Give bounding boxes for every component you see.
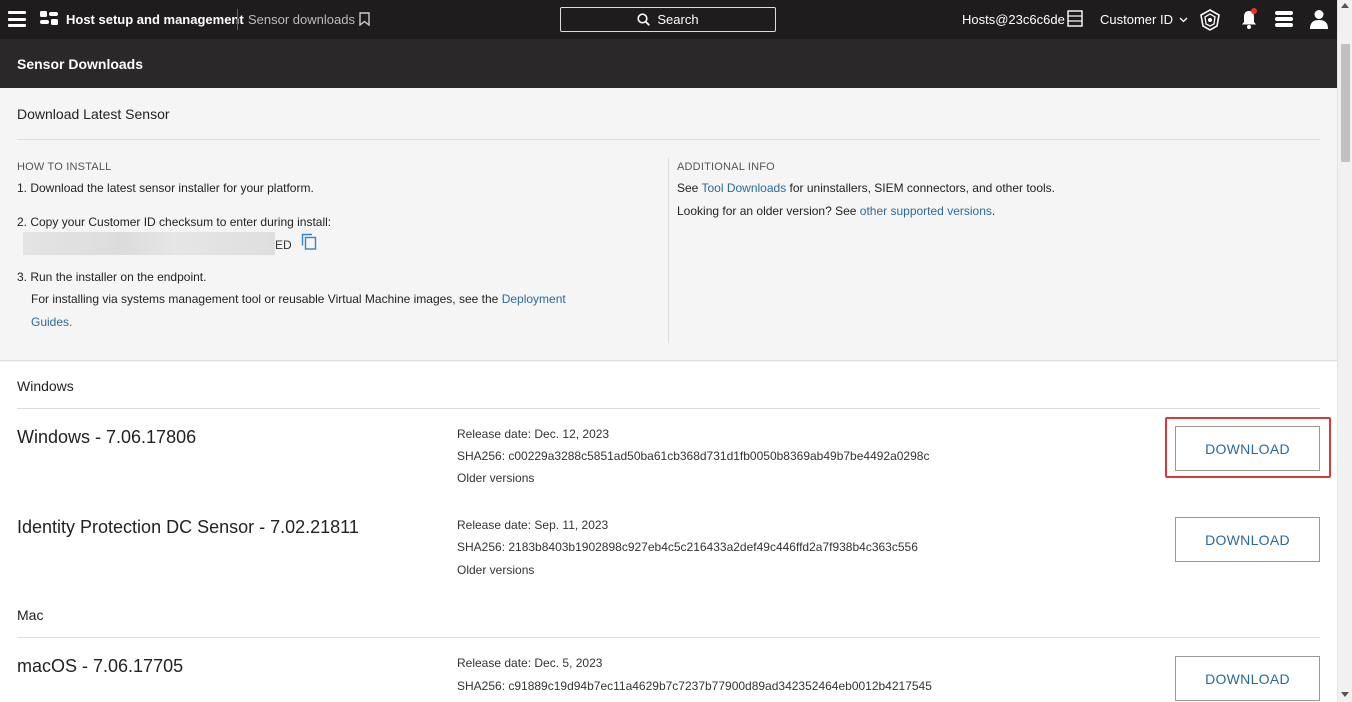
sensor-list: Windows Windows - 7.06.17806 Release dat… [0,362,1337,702]
release-date: Release date: Sep. 11, 2023 [457,518,609,532]
customer-id-checksum [23,232,275,255]
install-step-1: 1. Download the latest sensor installer … [17,181,314,195]
install-step-2: 2. Copy your Customer ID checksum to ent… [17,215,332,229]
sha256-hash: SHA256: c00229a3288c5851ad50ba61cb368d73… [457,449,930,463]
user-avatar-icon[interactable] [1310,9,1328,29]
vertical-scrollbar[interactable] [1337,0,1352,702]
info-text: for uninstallers, SIEM connectors, and o… [789,181,1056,195]
breadcrumb[interactable]: Sensor downloads [248,12,355,27]
column-divider [668,158,669,343]
older-versions-link[interactable]: Older versions [457,471,534,485]
install-step-3: 3. Run the installer on the endpoint. [17,270,207,284]
scroll-down-arrow-icon[interactable] [1341,692,1349,697]
customer-id-label: Customer ID [1100,12,1173,27]
product-name-identity-protection: Identity Protection DC Sensor - 7.02.218… [17,517,359,537]
release-date: Release date: Dec. 12, 2023 [457,427,610,441]
info-text: Looking for an older version? See [677,204,857,218]
top-bar: Host setup and management Sensor downloa… [0,0,1337,39]
older-versions-link[interactable]: Older versions [457,563,534,577]
chevron-down-icon [1179,17,1188,22]
install-step-3-text: For installing via systems management to… [31,292,499,306]
section-windows: Windows [17,378,74,394]
page-title: Sensor Downloads [17,56,144,72]
latest-sensor-panel: Download Latest Sensor HOW TO INSTALL 1.… [0,88,1337,361]
additional-info-line-2: Looking for an older version? See other … [677,203,995,219]
section-mac: Mac [17,607,44,623]
how-to-install-label: HOW TO INSTALL [17,161,112,173]
threat-intel-icon[interactable] [1199,9,1221,31]
tool-downloads-link[interactable]: Tool Downloads [701,181,786,195]
product-name-windows: Windows - 7.06.17806 [17,427,197,447]
bookmark-icon[interactable] [359,12,370,26]
install-step-3-detail: For installing via systems management to… [31,291,566,307]
latest-sensor-title: Download Latest Sensor [17,106,170,122]
customer-id-suffix: ED [275,238,292,252]
scrollbar-thumb[interactable] [1341,44,1350,162]
install-step-3-detail-line2: Guides. [31,314,72,330]
download-button-windows[interactable]: DOWNLOAD [1175,426,1320,471]
hamburger-menu-icon[interactable] [8,11,26,27]
period: . [69,315,73,329]
additional-info-label: ADDITIONAL INFO [677,161,775,173]
search-icon [637,13,651,26]
deployment-guides-link[interactable]: Deployment [502,292,566,306]
host-management-icon [40,11,58,25]
scroll-up-arrow-icon[interactable] [1341,3,1349,8]
host-list-icon[interactable] [1067,10,1083,27]
divider [17,139,1320,140]
host-label[interactable]: Hosts@23c6c6de [962,12,1065,27]
other-supported-versions-link[interactable]: other supported versions [860,204,992,218]
release-date: Release date: Dec. 5, 2023 [457,656,603,670]
sha256-hash: SHA256: c91889c19d94b7ec11a4629b7c7237b7… [457,679,932,693]
search-label: Search [657,12,699,27]
sha256-hash: SHA256: 2183b8403b1902898c927eb4c5c21643… [457,540,918,554]
additional-info-line-1: See Tool Downloads for uninstallers, SIE… [677,180,1055,196]
app-title: Host setup and management [66,12,244,27]
deployment-guides-link-cont[interactable]: Guides [31,315,69,329]
download-button-identity-protection[interactable]: DOWNLOAD [1175,517,1320,562]
product-name-macos: macOS - 7.06.17705 [17,656,184,676]
download-button-macos[interactable]: DOWNLOAD [1175,656,1320,701]
divider [17,637,1320,638]
copy-icon[interactable] [301,233,317,250]
info-text: See [677,181,699,195]
activity-feed-icon[interactable] [1275,10,1293,28]
title-divider [237,9,238,30]
customer-id-dropdown[interactable]: Customer ID [1100,12,1188,27]
search-button[interactable]: Search [560,7,776,32]
page-header: Sensor Downloads [0,39,1337,88]
notification-badge [1251,8,1257,14]
divider [17,408,1320,409]
period: . [991,204,996,218]
